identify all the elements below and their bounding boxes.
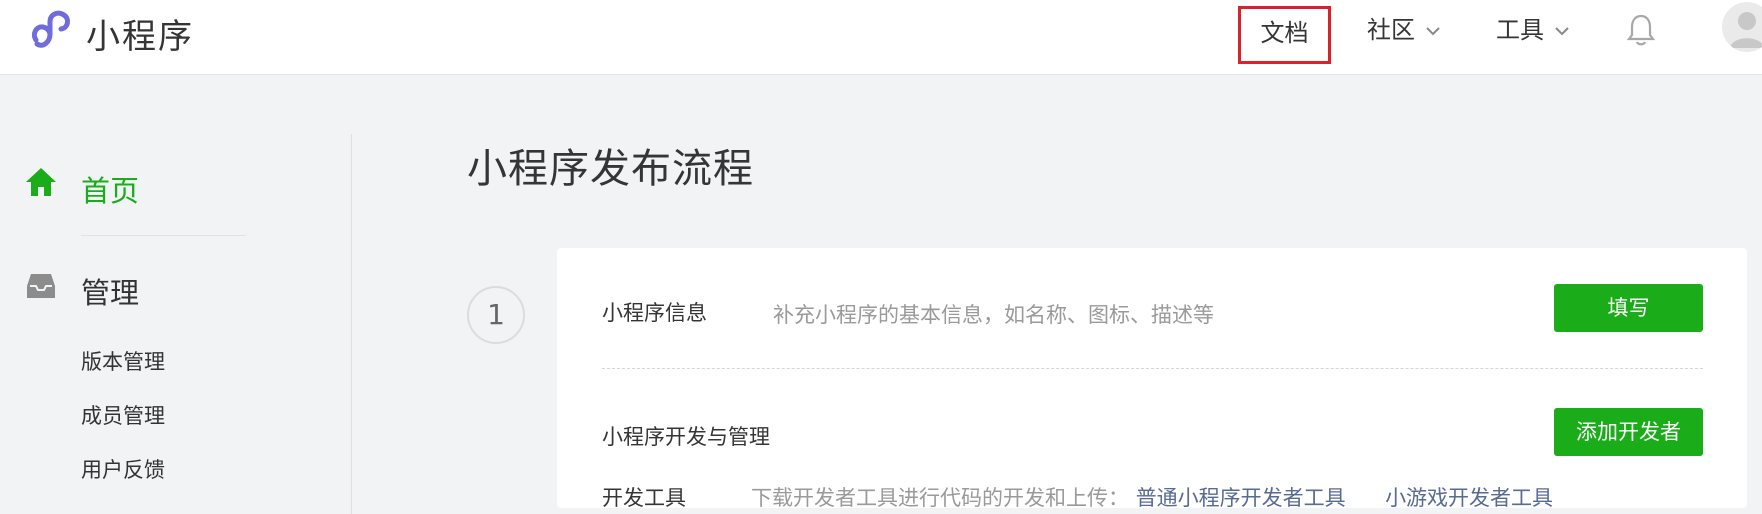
sidebar-item-version[interactable]: 版本管理: [81, 346, 165, 376]
fill-info-button[interactable]: 填写: [1554, 284, 1703, 332]
dev-title: 小程序开发与管理: [602, 425, 770, 449]
nav-tools-label: 工具: [1496, 16, 1544, 44]
info-description: 补充小程序的基本信息，如名称、图标、描述等: [773, 303, 1214, 327]
nav-docs[interactable]: 文档: [1238, 6, 1331, 64]
publish-step-card: 小程序信息 补充小程序的基本信息，如名称、图标、描述等 填写 小程序开发与管理 …: [557, 248, 1747, 510]
chevron-down-icon: [1554, 27, 1569, 36]
miniprogram-devtool-link[interactable]: 普通小程序开发者工具: [1136, 486, 1346, 510]
avatar[interactable]: [1722, 2, 1762, 52]
tools-description: 下载开发者工具进行代码的开发和上传： 普通小程序开发者工具 小游戏开发者工具: [751, 482, 1553, 512]
miniprogram-logo-icon[interactable]: [26, 6, 74, 54]
sidebar-border: [351, 134, 352, 514]
brand-title[interactable]: 小程序: [86, 9, 194, 58]
home-icon: [26, 168, 56, 196]
nav-community-label: 社区: [1367, 16, 1415, 44]
chevron-down-icon: [1425, 27, 1440, 36]
step-number: 1: [467, 286, 525, 344]
inbox-icon: [27, 274, 55, 298]
sidebar-divider: [81, 235, 246, 236]
tools-title: 开发工具: [602, 486, 686, 510]
row-divider: [602, 368, 1703, 369]
sidebar-item-members[interactable]: 成员管理: [81, 400, 165, 430]
sidebar-item-home[interactable]: 首页: [81, 168, 139, 210]
info-title: 小程序信息: [602, 301, 707, 325]
nav-docs-label: 文档: [1260, 19, 1309, 47]
user-icon: [1730, 12, 1762, 48]
sidebar: 首页 管理 版本管理 成员管理 用户反馈: [0, 76, 352, 499]
tools-desc-text: 下载开发者工具进行代码的开发和上传：: [751, 486, 1129, 510]
sidebar-item-feedback[interactable]: 用户反馈: [81, 454, 165, 484]
add-developer-button[interactable]: 添加开发者: [1554, 408, 1703, 456]
minigame-devtool-link[interactable]: 小游戏开发者工具: [1385, 486, 1553, 510]
top-bar: 小程序 文档 社区 工具: [0, 0, 1762, 75]
nav-tools[interactable]: 工具: [1496, 13, 1570, 47]
nav-community[interactable]: 社区: [1367, 13, 1441, 47]
bell-icon[interactable]: [1627, 13, 1655, 47]
page-title: 小程序发布流程: [467, 146, 754, 192]
sidebar-item-manage[interactable]: 管理: [81, 270, 139, 312]
